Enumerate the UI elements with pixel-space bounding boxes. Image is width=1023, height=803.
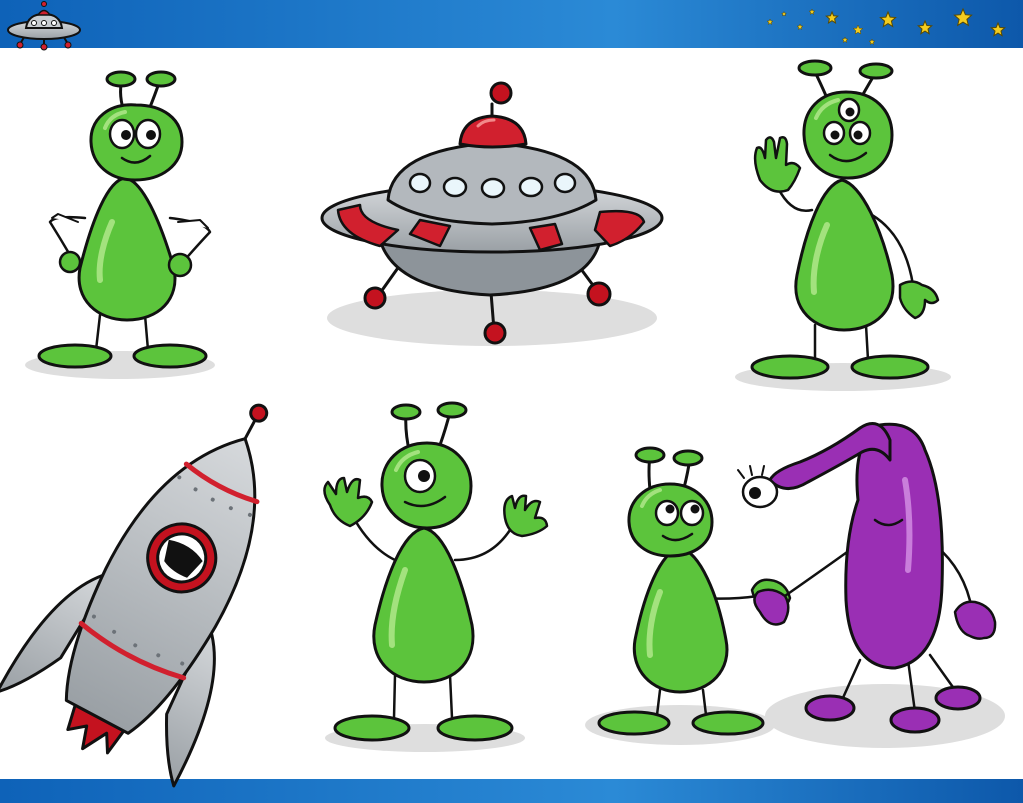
bottom-banner bbox=[0, 779, 1023, 803]
alien-one-eye-arms-raised bbox=[323, 401, 549, 742]
illustration bbox=[0, 0, 1023, 803]
alien-waving-three-eyes bbox=[750, 59, 940, 380]
alien-hands-on-hips bbox=[37, 70, 212, 369]
top-banner bbox=[0, 0, 1023, 48]
rocket bbox=[0, 403, 269, 788]
cartoon-aliens-set bbox=[0, 0, 1023, 803]
